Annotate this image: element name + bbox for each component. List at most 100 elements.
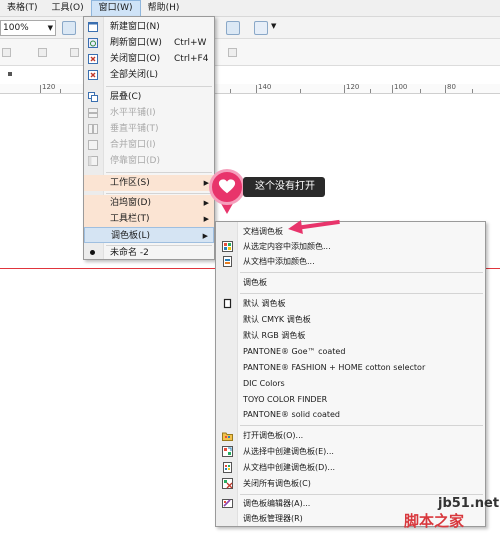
menu-item-merge-windows: 合并窗口(I) [84, 137, 214, 153]
cascade-icon [88, 92, 98, 102]
palette-item-document-palette[interactable]: 文档调色板 [216, 224, 485, 239]
zoom-tool-icon[interactable] [62, 21, 76, 35]
checked-palette-icon [223, 298, 232, 309]
menu-item-color-palettes[interactable]: 调色板(L) ▶ [84, 227, 214, 243]
menu-table[interactable]: 表格(T) [0, 0, 45, 17]
tile-vertical-icon [88, 124, 98, 134]
menu-item-label: 默认 CMYK 调色板 [243, 315, 311, 324]
menu-item-label: 合并窗口(I) [110, 140, 156, 150]
add-from-selection-icon [222, 241, 233, 252]
menu-item-shortcut: Ctrl+F4 [174, 54, 209, 64]
create-from-selection-icon [222, 446, 233, 457]
menu-separator [240, 272, 483, 273]
palette-item-palette[interactable]: 调色板 [216, 275, 485, 290]
merge-windows-icon [88, 140, 98, 150]
menu-item-label: 调色板 [243, 278, 267, 287]
palette-item-create-from-document[interactable]: 从文档中创建调色板(D)... [216, 460, 485, 475]
chevron-right-icon: ▶ [203, 215, 209, 223]
chevron-down-icon[interactable]: ▼ [271, 22, 276, 30]
menu-item-label: DIC Colors [243, 379, 285, 388]
menu-item-new-window[interactable]: 新建窗口(N) [84, 19, 214, 35]
menu-tools[interactable]: 工具(O) [45, 0, 91, 17]
menu-item-toolbars[interactable]: 工具栏(T) ▶ [84, 211, 214, 227]
menu-separator [106, 86, 212, 87]
menu-item-label: 从选定内容中添加颜色... [243, 242, 331, 251]
menu-item-label: 调色板管理器(R) [243, 514, 303, 523]
property-icon[interactable] [38, 48, 47, 57]
menu-item-label: 调色板(L) [111, 231, 151, 241]
palette-item-pantone-solid-coated[interactable]: PANTONE® solid coated [216, 407, 485, 422]
menu-help[interactable]: 帮助(H) [141, 0, 187, 17]
menu-item-label: 调色板编辑器(A)... [243, 499, 311, 508]
menu-item-label: 从文档中创建调色板(D)... [243, 463, 336, 472]
palette-item-pantone-fashion-home[interactable]: PANTONE® FASHION + HOME cotton selector [216, 360, 485, 375]
menu-item-label: 全部关闭(L) [110, 70, 159, 80]
chevron-right-icon: ▶ [202, 232, 208, 240]
property-icon[interactable] [2, 48, 11, 57]
callout-pin [209, 169, 245, 205]
close-all-palettes-icon [222, 478, 233, 489]
watermark-brand: 脚本之家 [404, 512, 465, 530]
menu-item-workspace[interactable]: 工作区(S) ▶ [84, 175, 214, 191]
menu-item-refresh-window[interactable]: 刷新窗口(W) Ctrl+W [84, 35, 214, 51]
callout-label: 这个没有打开 [243, 177, 325, 197]
palette-item-add-from-selection[interactable]: 从选定内容中添加颜色... [216, 239, 485, 254]
menu-separator [240, 494, 483, 495]
menu-item-close-window[interactable]: 关闭窗口(O) Ctrl+F4 [84, 51, 214, 67]
palette-item-default-rgb[interactable]: 默认 RGB 调色板 [216, 328, 485, 343]
menu-item-label: 文档调色板 [243, 227, 283, 236]
menu-item-label: 关闭窗口(O) [110, 54, 161, 64]
menu-item-document-untitled-2[interactable]: 未命名 -2 [84, 245, 214, 261]
heart-icon [218, 179, 236, 194]
menu-item-label: 垂直平铺(T) [110, 124, 159, 134]
ruler-label: 120 [346, 83, 360, 91]
property-icon[interactable] [70, 48, 79, 57]
menu-separator [240, 293, 483, 294]
palette-item-create-from-selection[interactable]: 从选择中创建调色板(E)... [216, 444, 485, 459]
palette-item-dic-colors[interactable]: DIC Colors [216, 376, 485, 391]
tile-horizontal-icon [88, 108, 98, 118]
menu-item-dockers[interactable]: 泊坞窗(D) ▶ [84, 195, 214, 211]
menu-item-label: 默认 RGB 调色板 [243, 331, 306, 340]
menu-item-shortcut: Ctrl+W [174, 38, 207, 48]
page-marker [8, 72, 12, 76]
menu-separator [106, 193, 212, 194]
menu-item-label: 从文档中添加颜色... [243, 257, 315, 266]
palette-item-default-palette[interactable]: 默认 调色板 [216, 296, 485, 311]
palette-item-close-all-palettes[interactable]: 关闭所有调色板(C) [216, 476, 485, 491]
ruler-label: 120 [42, 83, 56, 91]
zoom-level-select[interactable]: 100% ▼ [0, 20, 56, 36]
chevron-right-icon: ▶ [203, 199, 209, 207]
menu-window[interactable]: 窗口(W) [90, 0, 141, 17]
dock-window-icon [88, 156, 98, 166]
palette-item-open-palette[interactable]: 打开调色板(O)... [216, 428, 485, 443]
menu-item-close-all[interactable]: 全部关闭(L) [84, 67, 214, 83]
menu-item-label: PANTONE® Goe™ coated [243, 347, 346, 356]
options-icon[interactable] [226, 21, 240, 35]
palette-item-toyo-color-finder[interactable]: TOYO COLOR FINDER [216, 392, 485, 407]
active-document-bullet-icon [90, 250, 95, 255]
menu-item-label: 水平平铺(I) [110, 108, 156, 118]
palette-item-add-from-document[interactable]: 从文档中添加颜色... [216, 254, 485, 269]
close-all-icon [88, 70, 98, 80]
menu-separator [106, 172, 212, 173]
display-icon[interactable] [254, 21, 268, 35]
palette-item-default-cmyk[interactable]: 默认 CMYK 调色板 [216, 312, 485, 327]
menu-item-label: 新建窗口(N) [110, 22, 160, 32]
create-from-document-icon [223, 462, 232, 473]
menu-item-label: PANTONE® FASHION + HOME cotton selector [243, 363, 426, 372]
menu-item-label: 层叠(C) [110, 92, 142, 102]
horizontal-ruler: 120 140 120 100 80 [0, 83, 500, 94]
ruler-label: 80 [447, 83, 456, 91]
property-bar [0, 39, 500, 66]
menu-item-label: 刷新窗口(W) [110, 38, 162, 48]
menu-item-label: 泊坞窗(D) [110, 198, 151, 208]
ruler-label: 140 [258, 83, 272, 91]
menu-item-label: 关闭所有调色板(C) [243, 479, 311, 488]
menu-item-dock-window: 停靠窗口(D) [84, 153, 214, 169]
menu-item-label: PANTONE® solid coated [243, 410, 340, 419]
menu-item-cascade[interactable]: 层叠(C) [84, 89, 214, 105]
chevron-down-icon: ▼ [47, 24, 53, 32]
palette-item-pantone-goe-coated[interactable]: PANTONE® Goe™ coated [216, 344, 485, 359]
property-icon[interactable] [228, 48, 237, 57]
